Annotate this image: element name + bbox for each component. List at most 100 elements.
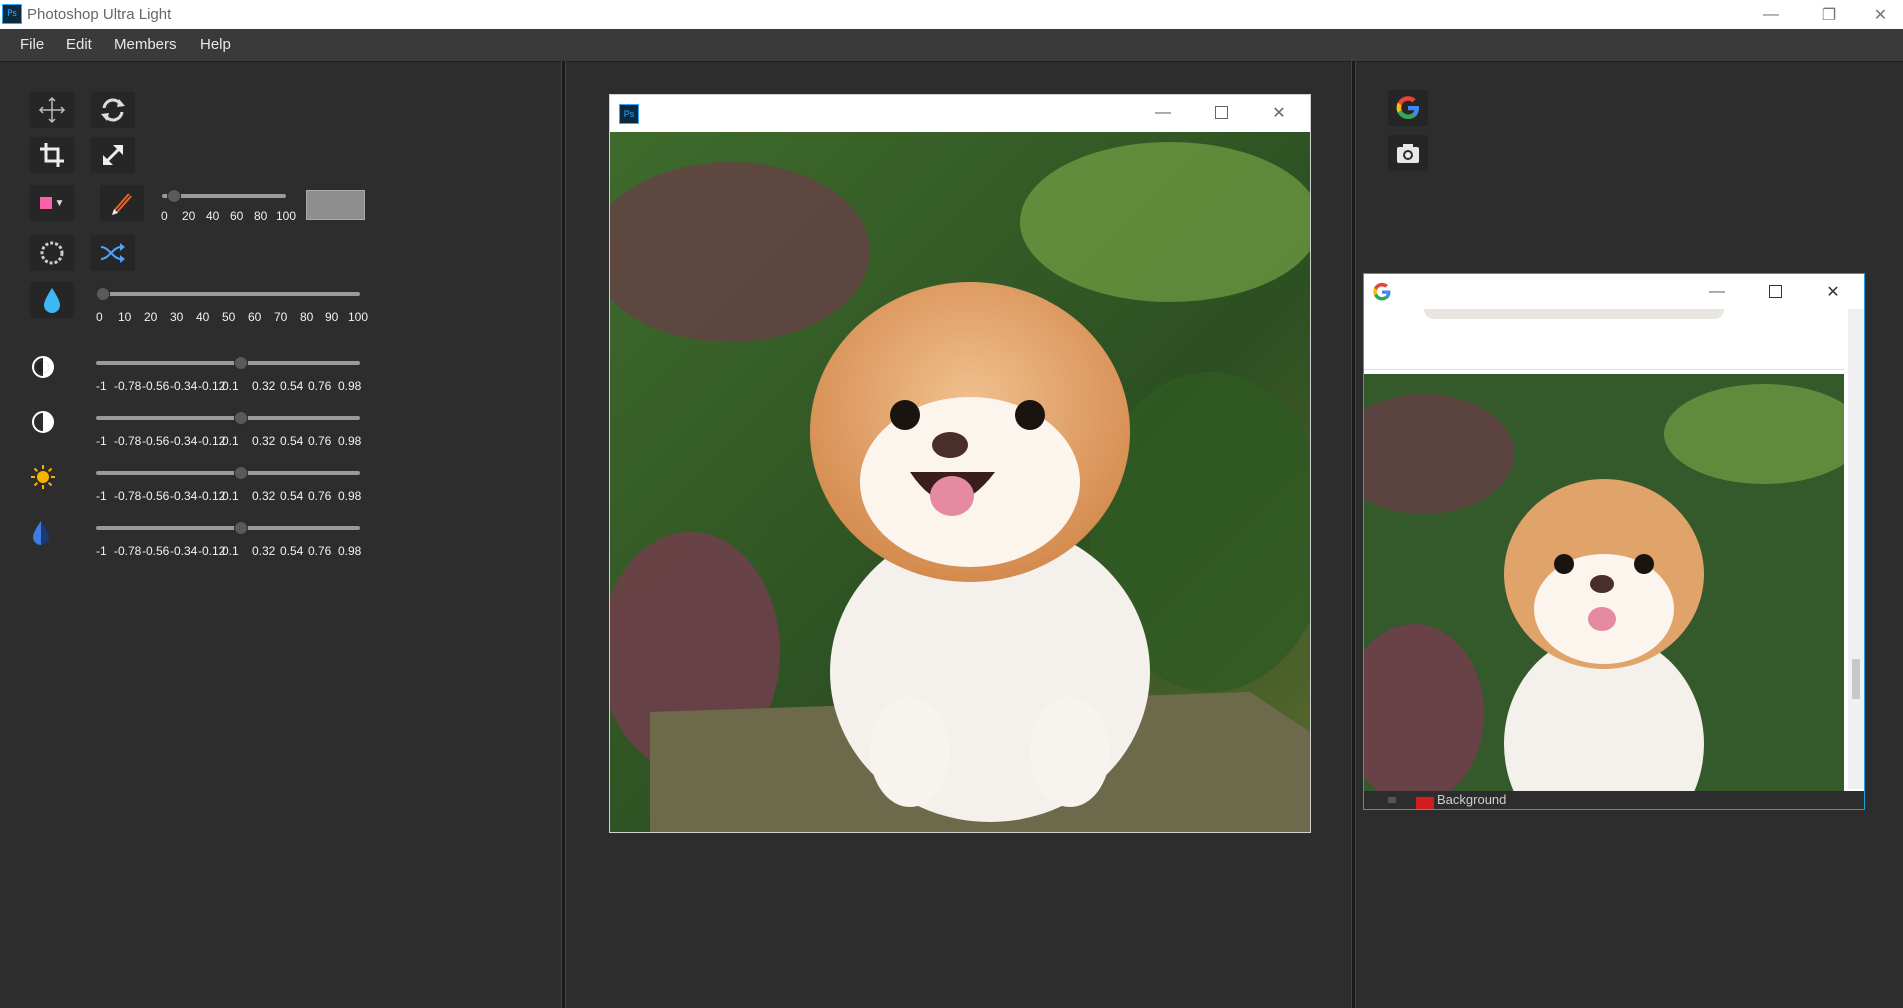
slider-track	[96, 361, 360, 365]
resize-tool-button[interactable]	[91, 137, 135, 173]
layer-name: Background	[1437, 792, 1507, 807]
image-window-header: Ps — ✕	[610, 95, 1310, 130]
maximize-button[interactable]	[1746, 274, 1804, 309]
google-window-header: — ✕	[1364, 274, 1864, 309]
tick-label: -1	[96, 434, 107, 448]
tick-label: 0.98	[338, 544, 362, 558]
tick-label: 0	[96, 310, 103, 324]
tick-label: -0.34	[170, 489, 198, 503]
minimize-button[interactable]: —	[1688, 274, 1746, 309]
chevron-down-icon: ▼	[54, 197, 65, 209]
slider-thumb[interactable]	[234, 466, 248, 480]
tick-label: 30	[170, 310, 184, 324]
tick-label: -0.34	[170, 379, 198, 393]
scrollbar-thumb[interactable]	[1852, 659, 1860, 699]
close-button[interactable]: ✕	[1858, 0, 1903, 29]
tick-label: 0.98	[338, 489, 362, 503]
tick-label: -1	[96, 379, 107, 393]
slider-thumb[interactable]	[167, 189, 181, 203]
slider-ticks: -1 -0.78 -0.56 -0.34 -0.12 0.1 0.32 0.54 0.76 0.9…	[94, 544, 374, 560]
result-image[interactable]	[1364, 374, 1844, 791]
restore-button[interactable]: ❐	[1800, 0, 1858, 29]
tick-label: 100	[348, 310, 369, 324]
google-search-button[interactable]	[1388, 90, 1428, 126]
close-button[interactable]: ✕	[1250, 95, 1308, 130]
menu-members[interactable]: Members	[114, 36, 177, 53]
tick-label: -1	[96, 544, 107, 558]
dog-paws-image	[1424, 309, 1724, 319]
slider-thumb[interactable]	[234, 356, 248, 370]
maximize-button[interactable]	[1192, 95, 1250, 130]
tick-label: -0.78	[114, 434, 142, 448]
tick-label: -0.56	[142, 379, 170, 393]
tick-label: 0	[161, 209, 168, 223]
layer-color-icon	[1416, 797, 1434, 809]
slider-thumb[interactable]	[234, 521, 248, 535]
app-logo: Ps	[619, 104, 639, 124]
gamma-slider[interactable]: -1 -0.78 -0.56 -0.34 -0.12 0.1 0.32 0.54 0.76 0.9…	[94, 410, 374, 450]
tick-label: 20	[182, 209, 196, 223]
dog-photo	[1364, 374, 1844, 791]
resize-icon	[103, 145, 123, 165]
slider-track	[96, 292, 360, 296]
slider-ticks: 0 10 20 30 40 50 60 70 80 90 100	[94, 310, 374, 326]
crop-tool-button[interactable]	[30, 137, 74, 173]
slider-thumb[interactable]	[234, 411, 248, 425]
tick-label: 0.32	[252, 379, 276, 393]
title-bar: Ps Photoshop Ultra Light — ❐ ✕	[0, 0, 1903, 29]
tick-label: 40	[206, 209, 220, 223]
rotate-tool-button[interactable]	[91, 92, 135, 128]
minimize-button[interactable]: —	[1134, 95, 1192, 130]
tick-label: 0.54	[280, 489, 304, 503]
layer-toggle-icon[interactable]	[1388, 797, 1396, 803]
saturation-slider[interactable]: -1 -0.78 -0.56 -0.34 -0.12 0.1 0.32 0.54 0.76 0.9…	[94, 520, 374, 560]
left-splitter[interactable]	[561, 61, 566, 1008]
opacity-tool-button[interactable]	[30, 282, 74, 318]
blur-circle-icon	[40, 241, 64, 265]
camera-icon	[1397, 144, 1419, 163]
brightness-slider[interactable]: -1 -0.78 -0.56 -0.34 -0.12 0.1 0.32 0.54 0.76 0.9…	[94, 465, 374, 505]
tick-label: 90	[325, 310, 339, 324]
camera-button[interactable]	[1388, 135, 1428, 171]
photo-canvas[interactable]	[610, 132, 1310, 832]
brush-size-slider[interactable]: 0 20 40 60 80 100	[160, 187, 296, 227]
brush-preview	[306, 190, 365, 220]
vertical-scrollbar[interactable]	[1848, 309, 1864, 789]
tick-label: 0.98	[338, 379, 362, 393]
tick-label: 0.32	[252, 489, 276, 503]
tick-label: 20	[144, 310, 158, 324]
contrast-slider[interactable]: -1 -0.78 -0.56 -0.34 -0.12 0.1 0.32 0.54 0.76 0.9…	[94, 355, 374, 395]
google-icon	[1396, 96, 1419, 119]
brush-icon	[112, 193, 132, 215]
menu-file[interactable]: File	[20, 36, 44, 53]
move-tool-button[interactable]	[30, 92, 74, 128]
crop-icon	[40, 143, 64, 167]
tick-label: 0.32	[252, 434, 276, 448]
slider-thumb[interactable]	[96, 287, 110, 301]
menu-help[interactable]: Help	[200, 36, 231, 53]
right-splitter[interactable]	[1351, 61, 1356, 1008]
layer-strip: Background	[1364, 791, 1864, 809]
blur-tool-button[interactable]	[30, 235, 74, 271]
tick-label: -0.34	[170, 544, 198, 558]
close-button[interactable]: ✕	[1804, 274, 1862, 309]
color-picker-button[interactable]: ▼	[30, 185, 74, 221]
color-swatch	[39, 197, 52, 209]
shuffle-tool-button[interactable]	[91, 235, 135, 271]
tick-label: 50	[222, 310, 236, 324]
tick-label: 0.32	[252, 544, 276, 558]
tick-label: -0.56	[142, 544, 170, 558]
app-logo: Ps	[2, 4, 22, 24]
brush-tool-button[interactable]	[100, 185, 144, 221]
opacity-slider[interactable]: 0 10 20 30 40 50 60 70 80 90 100	[94, 286, 374, 326]
slider-track	[96, 471, 360, 475]
tick-label: -0.78	[114, 544, 142, 558]
tick-label: 10	[118, 310, 132, 324]
tick-label: 0.1	[222, 379, 239, 393]
tick-label: 80	[300, 310, 314, 324]
minimize-button[interactable]: —	[1742, 0, 1800, 29]
result-thumbnail-top	[1364, 309, 1844, 370]
tick-label: -0.56	[142, 434, 170, 448]
tick-label: 0.54	[280, 544, 304, 558]
menu-edit[interactable]: Edit	[66, 36, 92, 53]
